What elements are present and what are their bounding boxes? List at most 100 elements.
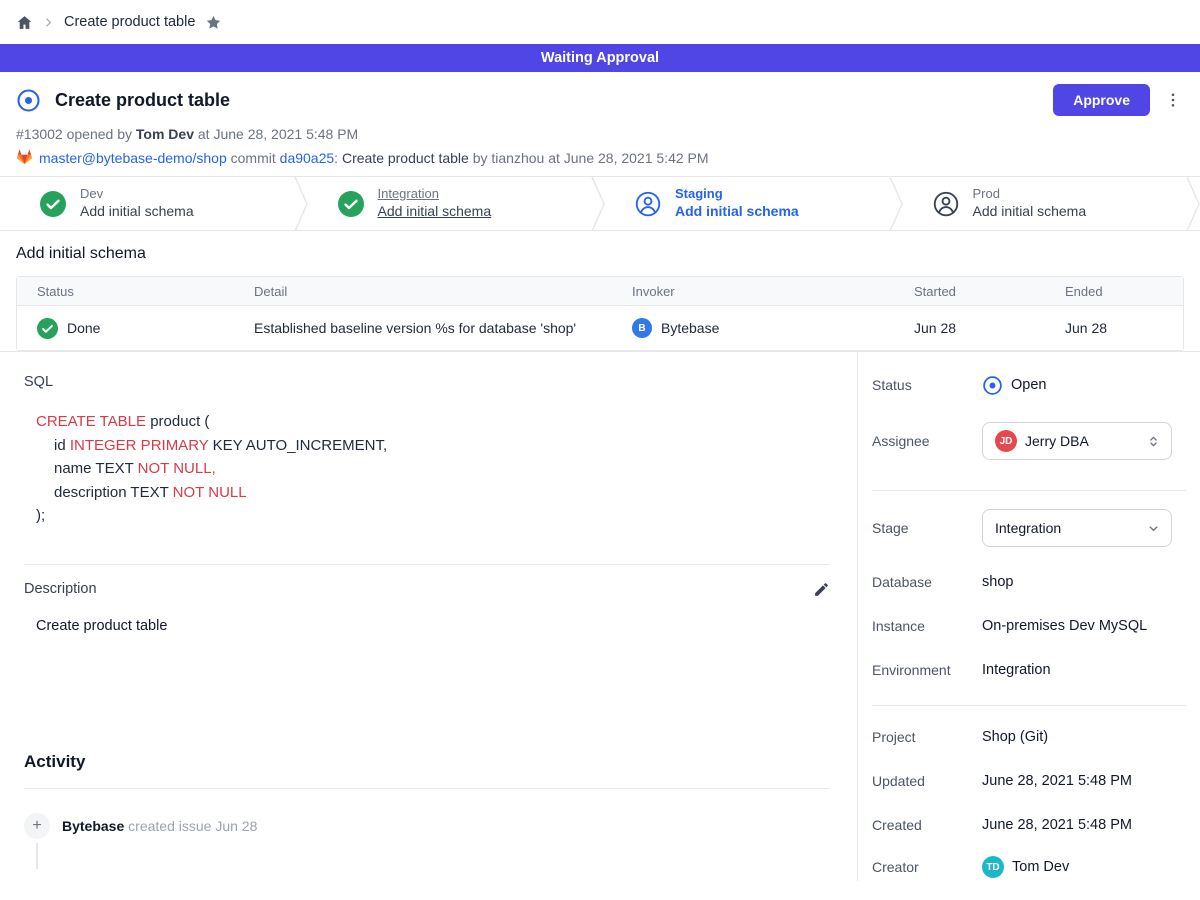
environment-value: Integration	[982, 662, 1051, 678]
task-started-text: Jun 28	[894, 320, 1045, 336]
database-value: shop	[982, 574, 1013, 590]
selector-icon	[1146, 434, 1161, 449]
stage-label: Stage	[872, 520, 982, 536]
commit-message: Create product table	[342, 150, 469, 166]
description-text: Create product table	[36, 618, 843, 634]
col-ended: Ended	[1045, 284, 1183, 299]
bytebase-issue-page: Create product table Waiting Approval Cr…	[0, 0, 1200, 900]
issue-header: Create product table Approve #13002 open…	[0, 72, 1200, 177]
issue-author: Tom Dev	[136, 126, 194, 142]
task-table-row[interactable]: Done Established baseline version %s for…	[17, 306, 1183, 350]
issue-opened-at: at June 28, 2021 5:48 PM	[198, 126, 358, 142]
creator-value: Tom Dev	[1012, 859, 1069, 875]
assignee-avatar: JD	[995, 430, 1017, 452]
col-invoker: Invoker	[612, 284, 894, 299]
gitlab-icon	[16, 149, 33, 166]
star-icon[interactable]	[205, 14, 222, 31]
chevron-down-icon	[1146, 521, 1161, 536]
home-icon[interactable]	[16, 14, 33, 31]
environment-row: Environment Integration	[872, 659, 1186, 681]
database-row: Database shop	[872, 571, 1186, 593]
commit-hash-link[interactable]: da90a25	[280, 150, 335, 166]
instance-row: Instance On-premises Dev MySQL	[872, 615, 1186, 637]
issue-title: Create product table	[55, 90, 230, 111]
task-detail-text: Established baseline version %s for data…	[234, 320, 612, 336]
task-status-text: Done	[67, 320, 100, 336]
stage-pending-user-icon	[933, 191, 959, 217]
kebab-menu-icon[interactable]	[1164, 91, 1182, 109]
description-label: Description	[24, 581, 97, 597]
divider	[24, 788, 830, 789]
col-detail: Detail	[234, 284, 612, 299]
created-label: Created	[872, 817, 982, 833]
issue-meta: #13002 opened by Tom Dev at June 28, 202…	[16, 126, 1184, 142]
stage-done-icon	[40, 191, 66, 217]
breadcrumb-page-title[interactable]: Create product table	[64, 14, 195, 30]
creator-row: Creator TD Tom Dev	[872, 856, 1186, 878]
plus-icon: +	[24, 813, 50, 839]
invoker-avatar: B	[632, 318, 652, 338]
instance-value: On-premises Dev MySQL	[982, 618, 1147, 634]
waiting-approval-banner: Waiting Approval	[0, 44, 1200, 72]
updated-value: June 28, 2021 5:48 PM	[982, 773, 1132, 789]
issue-sidebar: Status Open Assignee JD Jerry DBA	[858, 352, 1200, 881]
issue-detail-panel: SQL CREATE TABLE product ( id INTEGER PR…	[0, 352, 858, 881]
updated-row: Updated June 28, 2021 5:48 PM	[872, 770, 1186, 792]
breadcrumb: Create product table	[0, 0, 1200, 44]
activity-action: created issue Jun 28	[128, 818, 257, 834]
status-row: Status Open	[872, 374, 1186, 396]
approve-button[interactable]: Approve	[1053, 84, 1150, 116]
task-section: Add initial schema Status Detail Invoker…	[0, 231, 1200, 351]
chevron-right-icon	[43, 17, 54, 28]
updated-label: Updated	[872, 773, 982, 789]
timeline-connector	[36, 843, 38, 869]
issue-open-icon	[16, 88, 41, 113]
task-ended-text: Jun 28	[1045, 320, 1183, 336]
stage-dev[interactable]: DevAdd initial schema	[0, 177, 308, 230]
task-done-icon	[37, 318, 58, 339]
activity-item: + Bytebase created issue Jun 28	[24, 813, 843, 839]
divider	[872, 490, 1186, 491]
col-started: Started	[894, 284, 1045, 299]
activity-title: Activity	[24, 752, 843, 772]
commit-author-time: by tianzhou at June 28, 2021 5:42 PM	[473, 150, 709, 166]
stage-row: Stage Integration	[872, 509, 1186, 547]
commit-info: master@bytebase-demo/shop commit da90a25…	[16, 149, 1184, 166]
assignee-value: Jerry DBA	[1025, 433, 1138, 449]
stage-env-label: Integration	[378, 186, 492, 202]
status-value: Open	[1011, 377, 1046, 393]
commit-word: commit	[231, 150, 276, 166]
creator-avatar: TD	[982, 856, 1004, 878]
task-table: Status Detail Invoker Started Ended Done…	[16, 276, 1184, 351]
stage-env-label: Staging	[675, 186, 799, 202]
stage-select[interactable]: Integration	[982, 509, 1172, 547]
task-invoker-text: Bytebase	[661, 320, 719, 336]
status-open-icon	[982, 375, 1003, 396]
stage-prod[interactable]: ProdAdd initial schema	[903, 177, 1200, 230]
instance-label: Instance	[872, 618, 982, 634]
environment-label: Environment	[872, 662, 982, 678]
created-value: June 28, 2021 5:48 PM	[982, 817, 1132, 833]
col-status: Status	[17, 284, 234, 299]
divider	[872, 705, 1186, 706]
stage-task-label: Add initial schema	[80, 203, 194, 221]
commit-branch-link[interactable]: master@bytebase-demo/shop	[39, 150, 227, 166]
task-section-title: Add initial schema	[16, 245, 1184, 263]
stage-env-label: Dev	[80, 186, 194, 202]
stage-task-label: Add initial schema	[378, 203, 492, 221]
stage-value: Integration	[995, 520, 1138, 536]
project-value: Shop (Git)	[982, 729, 1048, 745]
activity-actor: Bytebase	[62, 818, 124, 834]
created-row: Created June 28, 2021 5:48 PM	[872, 814, 1186, 836]
creator-label: Creator	[872, 859, 982, 875]
status-label: Status	[872, 377, 982, 393]
project-label: Project	[872, 729, 982, 745]
sql-code-block: CREATE TABLE product ( id INTEGER PRIMAR…	[36, 410, 843, 528]
issue-id-opened: #13002 opened by	[16, 126, 132, 142]
stage-integration[interactable]: IntegrationAdd initial schema	[308, 177, 606, 230]
task-table-header: Status Detail Invoker Started Ended	[17, 277, 1183, 306]
stage-pending-user-icon	[635, 191, 661, 217]
stage-staging[interactable]: StagingAdd initial schema	[605, 177, 903, 230]
assignee-select[interactable]: JD Jerry DBA	[982, 422, 1172, 460]
edit-pencil-icon[interactable]	[813, 581, 830, 598]
